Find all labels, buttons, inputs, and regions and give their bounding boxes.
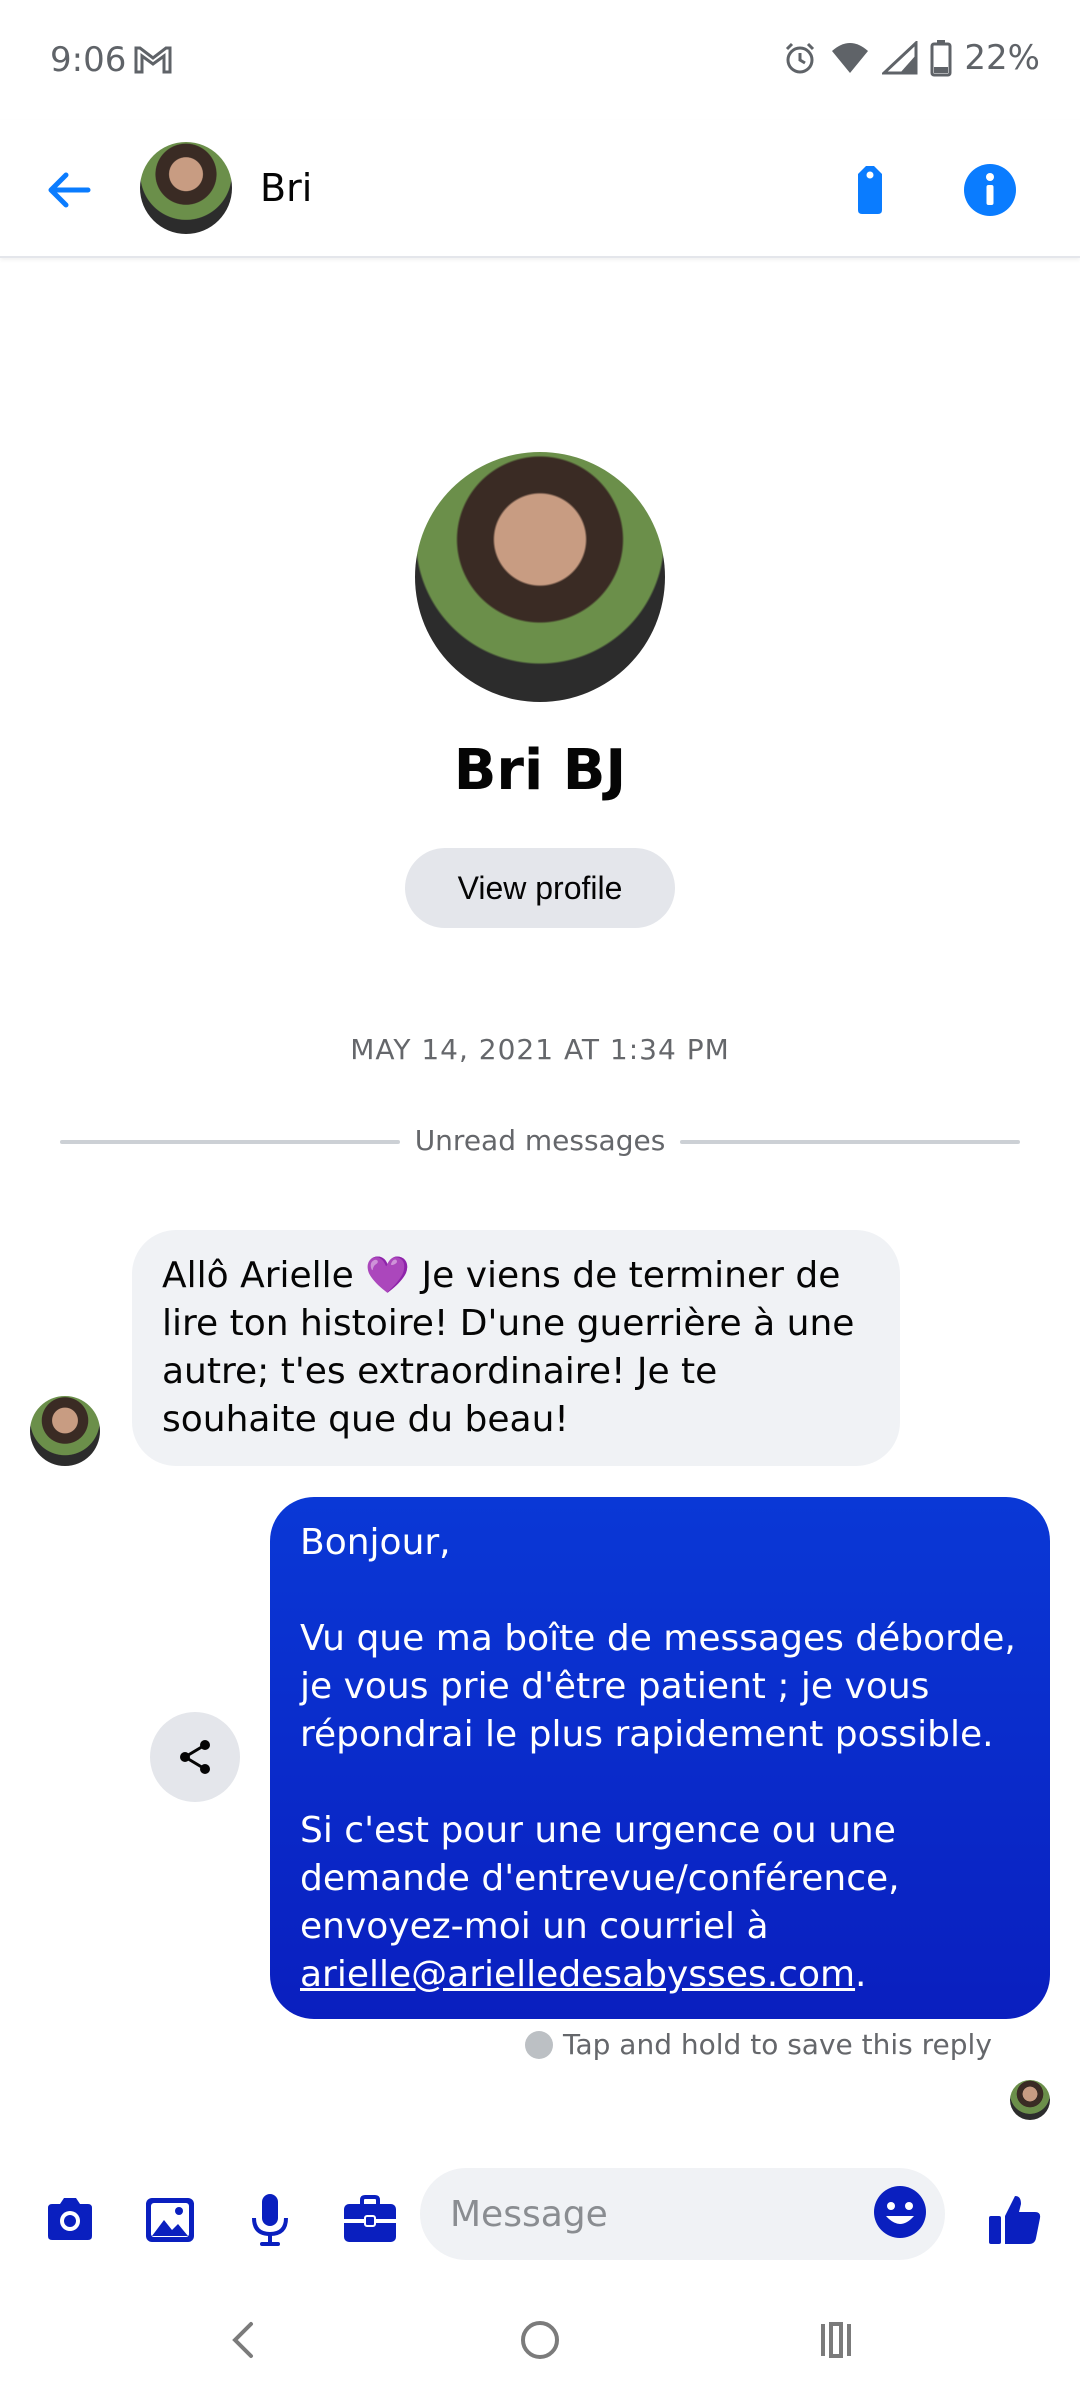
contact-avatar[interactable] [140,142,232,234]
sender-avatar[interactable] [30,1396,100,1466]
chat-bubble-icon [525,2030,553,2059]
view-profile-button[interactable]: View profile [405,848,675,928]
message-timestamp: MAY 14, 2021 AT 1:34 PM [350,1033,730,1066]
nav-recents-icon[interactable] [805,2310,865,2370]
message-composer [0,2160,1080,2280]
camera-icon[interactable] [40,2190,100,2250]
microphone-icon[interactable] [240,2190,300,2250]
system-nav-bar [0,2280,1080,2400]
unread-divider: Unread messages [60,1122,1020,1162]
image-icon[interactable] [140,2190,200,2250]
profile-avatar[interactable] [415,452,665,702]
thumbs-up-icon[interactable] [985,2190,1045,2250]
signal-icon [882,41,918,75]
unread-label: Unread messages [404,1124,676,1157]
message-input[interactable] [420,2168,945,2260]
profile-name: Bri BJ [453,738,627,803]
message-greeting: Bonjour, [300,1522,451,1563]
alarm-icon [786,42,815,74]
back-arrow-icon[interactable] [40,160,100,220]
incoming-message-bubble[interactable]: Allô Arielle 💜 Je viens de terminer de l… [132,1230,900,1466]
status-icons: 22% [782,38,1040,78]
message-paragraph-1: Vu que ma boîte de messages déborde, je … [300,1618,1016,1755]
seen-receipt-avatar [1010,2080,1050,2120]
share-icon [180,1740,210,1774]
contact-name[interactable]: Bri [260,166,312,210]
save-hint-text: Tap and hold to save this reply [563,2028,992,2061]
gmail-icon [134,46,172,74]
outgoing-message-bubble[interactable]: Bonjour, Vu que ma boîte de messages déb… [270,1497,1050,2019]
emoji-icon[interactable] [870,2182,930,2242]
briefcase-icon[interactable] [340,2190,400,2250]
nav-home-icon[interactable] [510,2310,570,2370]
battery-icon [930,40,952,77]
email-link[interactable]: arielle@arielledesabysses.com [300,1954,855,1995]
status-time: 9:06 [50,40,127,80]
wifi-icon [832,43,869,73]
save-reply-hint: Tap and hold to save this reply [525,2028,992,2061]
info-icon[interactable] [960,160,1020,220]
message-paragraph-2: Si c'est pour une urgence ou une demande… [300,1810,900,1995]
chat-header: Bri [0,120,1080,258]
nav-back-icon[interactable] [215,2310,275,2370]
status-bar: 9:06 22% [0,0,1080,120]
tag-icon[interactable] [840,160,900,220]
share-button[interactable] [150,1712,240,1802]
battery-percent: 22% [964,38,1040,78]
